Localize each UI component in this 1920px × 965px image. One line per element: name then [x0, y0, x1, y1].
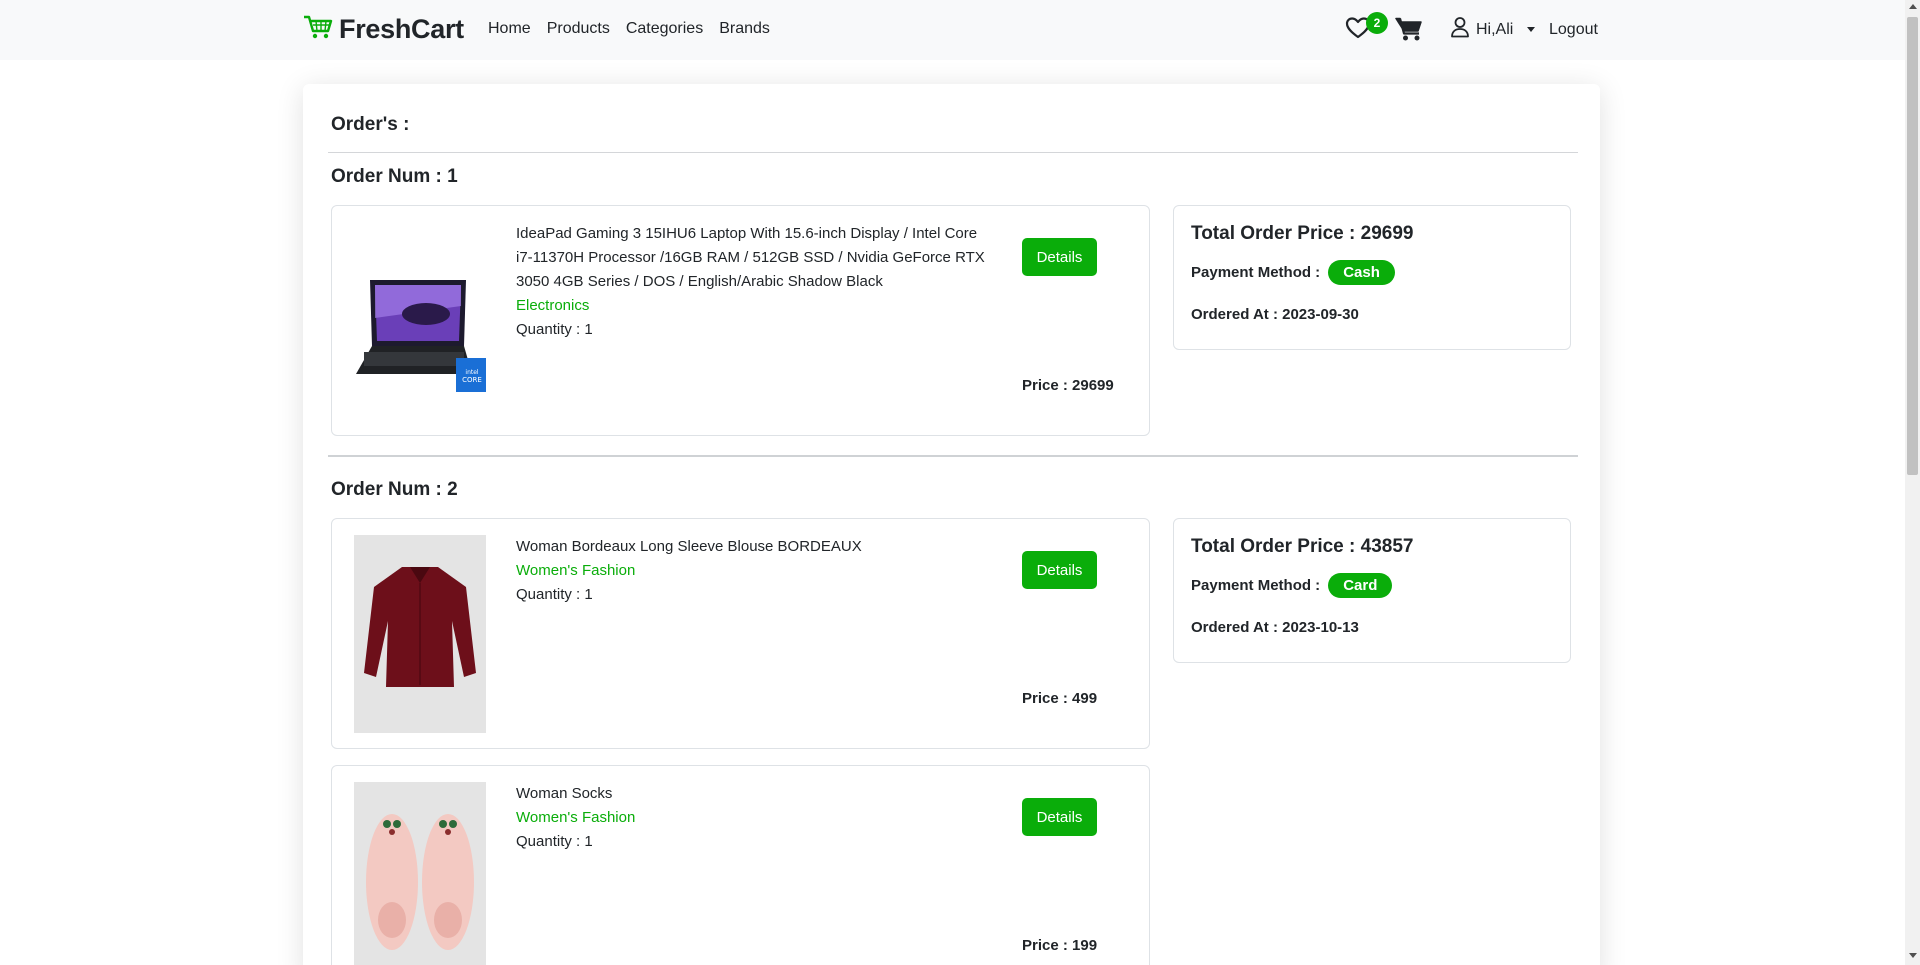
user-menu-toggle[interactable]: Hi,Ali	[1450, 16, 1536, 43]
scroll-down-arrow-icon[interactable]	[1909, 953, 1917, 958]
chevron-down-icon	[1527, 27, 1536, 32]
page-scrollbar[interactable]	[1905, 0, 1920, 965]
user-greeting: Hi,Ali	[1476, 20, 1514, 38]
product-image-laptop[interactable]: intel CORE	[354, 222, 486, 420]
heart-icon	[1345, 17, 1371, 44]
product-quantity: Quantity : 1	[516, 833, 593, 850]
cart-logo-icon	[303, 14, 333, 45]
scroll-up-arrow-icon[interactable]	[1909, 4, 1917, 9]
order-item-card: Woman Bordeaux Long Sleeve Blouse BORDEA…	[331, 518, 1150, 749]
payment-row: Payment Method : Cash	[1191, 260, 1395, 285]
order-title: Order Num : 2	[331, 479, 458, 500]
details-button[interactable]: Details	[1022, 551, 1097, 589]
product-category: Women's Fashion	[516, 562, 636, 579]
order-summary-card: Total Order Price : 43857 Payment Method…	[1173, 518, 1571, 663]
cart-button[interactable]	[1395, 16, 1425, 44]
nav-link-categories[interactable]: Categories	[626, 20, 703, 38]
product-image-blouse[interactable]	[354, 535, 486, 733]
product-quantity: Quantity : 1	[516, 586, 593, 603]
ordered-at: Ordered At : 2023-10-13	[1191, 619, 1359, 636]
product-category: Women's Fashion	[516, 809, 636, 826]
main-nav: Home Products Categories Brands	[488, 20, 770, 38]
product-name: Woman Socks	[516, 785, 613, 802]
brand-name: FreshCart	[339, 14, 464, 44]
item-info: Woman Socks Women's Fashion Quantity : 1	[516, 782, 996, 854]
payment-label: Payment Method :	[1191, 264, 1321, 281]
svg-text:CORE: CORE	[462, 376, 482, 384]
orders-card: Order's : Order Num : 1 intel CORE IdeaP…	[303, 84, 1600, 965]
item-info: IdeaPad Gaming 3 15IHU6 Laptop With 15.6…	[516, 222, 996, 342]
product-image-socks[interactable]	[354, 782, 486, 965]
order-item-card: intel CORE IdeaPad Gaming 3 15IHU6 Lapto…	[331, 205, 1150, 436]
product-price: Price : 499	[1022, 690, 1098, 707]
product-category: Electronics	[516, 297, 590, 314]
order-total: Total Order Price : 29699	[1191, 223, 1414, 244]
order-item-card: Woman Socks Women's Fashion Quantity : 1…	[331, 765, 1150, 965]
user-icon	[1450, 16, 1470, 43]
nav-link-home[interactable]: Home	[488, 20, 531, 38]
order-summary-card: Total Order Price : 29699 Payment Method…	[1173, 205, 1571, 350]
shopping-cart-icon	[1395, 17, 1423, 46]
navbar: FreshCart Home Products Categories Brand…	[0, 0, 1905, 60]
brand-logo[interactable]: FreshCart	[303, 14, 464, 45]
product-quantity: Quantity : 1	[516, 321, 593, 338]
nav-link-products[interactable]: Products	[547, 20, 610, 38]
order-divider	[328, 455, 1578, 457]
product-price: Price : 199	[1022, 937, 1098, 954]
item-info: Woman Bordeaux Long Sleeve Blouse BORDEA…	[516, 535, 996, 607]
ordered-at: Ordered At : 2023-09-30	[1191, 306, 1359, 323]
order-total: Total Order Price : 43857	[1191, 536, 1414, 557]
details-button[interactable]: Details	[1022, 238, 1097, 276]
divider	[328, 152, 1578, 153]
page-title: Order's :	[331, 114, 410, 135]
nav-link-brands[interactable]: Brands	[719, 20, 770, 38]
wishlist-count-badge: 2	[1366, 12, 1388, 34]
order-title: Order Num : 1	[331, 166, 458, 187]
payment-method-badge: Card	[1328, 573, 1393, 598]
details-button[interactable]: Details	[1022, 798, 1097, 836]
payment-row: Payment Method : Card	[1191, 573, 1393, 598]
product-price: Price : 29699	[1022, 377, 1114, 394]
payment-method-badge: Cash	[1328, 260, 1395, 285]
product-name: Woman Bordeaux Long Sleeve Blouse BORDEA…	[516, 538, 862, 555]
payment-label: Payment Method :	[1191, 577, 1321, 594]
logout-link[interactable]: Logout	[1549, 21, 1598, 39]
svg-text:intel: intel	[465, 369, 479, 376]
scrollbar-thumb[interactable]	[1907, 17, 1918, 475]
wishlist-button[interactable]: 2	[1345, 12, 1388, 44]
product-name: IdeaPad Gaming 3 15IHU6 Laptop With 15.6…	[516, 225, 985, 290]
